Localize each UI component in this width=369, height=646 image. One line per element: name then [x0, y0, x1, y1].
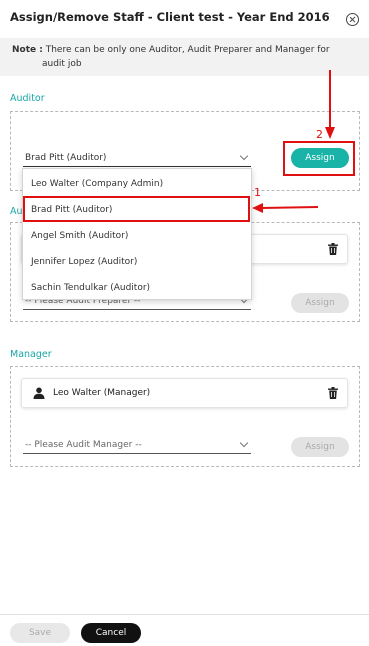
audit-preparer-assign-button[interactable]: Assign: [291, 293, 349, 313]
arrow-icon: [252, 203, 319, 213]
dialog-title: Assign/Remove Staff - Client test - Year…: [10, 10, 330, 24]
manager-assigned-name: Leo Walter (Manager): [53, 388, 151, 398]
note-text-line1: There can be only one Auditor, Audit Pre…: [45, 45, 330, 55]
chevron-down-icon: [239, 438, 249, 448]
annotation-step-1: 1: [254, 186, 261, 199]
manager-section-label: Manager: [10, 349, 52, 360]
close-icon[interactable]: [346, 13, 359, 26]
manager-select[interactable]: -- Please Audit Manager --: [23, 436, 251, 454]
annotation-highlight-option: [23, 196, 250, 222]
trash-icon[interactable]: [328, 243, 338, 255]
manager-assign-button[interactable]: Assign: [291, 437, 349, 457]
annotation-arrows: [252, 70, 335, 213]
cancel-button[interactable]: Cancel: [81, 623, 141, 643]
person-icon: [33, 387, 45, 399]
dropdown-option[interactable]: Leo Walter (Company Admin): [23, 171, 251, 197]
auditor-section-label: Auditor: [10, 93, 45, 104]
save-button[interactable]: Save: [10, 623, 70, 643]
trash-icon[interactable]: [328, 387, 338, 399]
dialog-footer: Save Cancel: [0, 614, 369, 646]
annotation-step-2: 2: [316, 128, 323, 141]
manager-select-placeholder: -- Please Audit Manager --: [25, 440, 142, 450]
chevron-down-icon: [239, 151, 249, 161]
auditor-dropdown-list: Leo Walter (Company Admin) Brad Pitt (Au…: [22, 168, 252, 300]
dropdown-option[interactable]: Angel Smith (Auditor): [23, 223, 251, 249]
note-banner: Note : There can be only one Auditor, Au…: [0, 38, 369, 76]
dropdown-option[interactable]: Jennifer Lopez (Auditor): [23, 249, 251, 275]
auditor-select-value: Brad Pitt (Auditor): [25, 153, 107, 163]
note-text-line2: audit job: [42, 59, 82, 69]
auditor-select[interactable]: Brad Pitt (Auditor): [23, 149, 251, 167]
dialog-header: Assign/Remove Staff - Client test - Year…: [0, 0, 369, 38]
dropdown-option[interactable]: Sachin Tendulkar (Auditor): [23, 275, 251, 301]
manager-assigned-card: Leo Walter (Manager): [21, 378, 348, 408]
annotation-highlight-assign: [283, 141, 355, 176]
note-label: Note :: [12, 45, 43, 55]
